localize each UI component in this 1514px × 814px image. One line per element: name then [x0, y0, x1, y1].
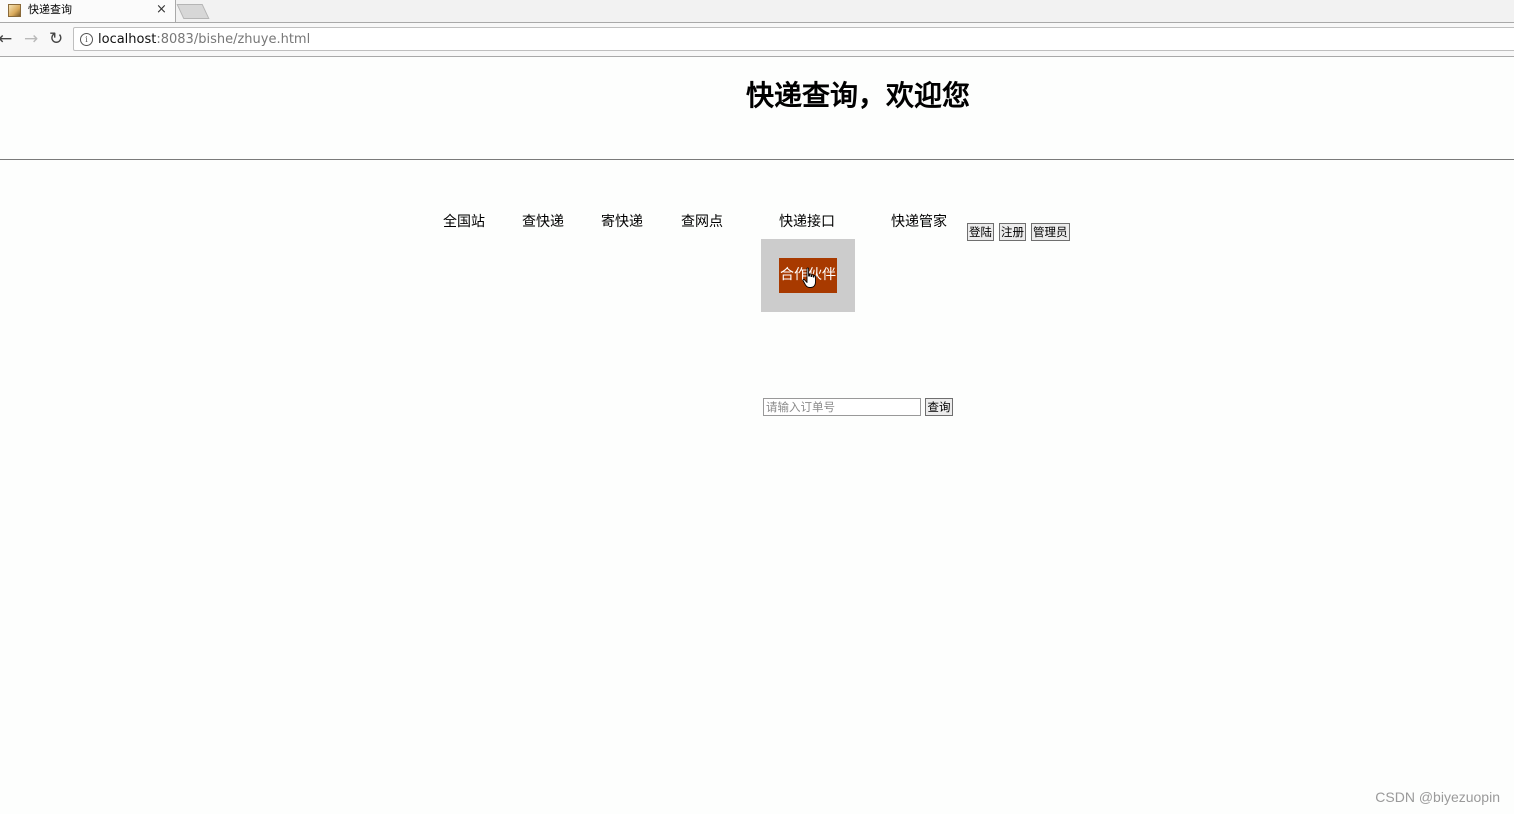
site-info-icon[interactable]: i — [80, 33, 93, 46]
reload-icon[interactable]: ↻ — [49, 29, 63, 49]
hand-cursor-icon — [802, 267, 816, 288]
watermark: CSDN @biyezuopin — [1375, 789, 1500, 805]
order-number-input[interactable] — [763, 398, 921, 416]
page-title: 快递查询，欢迎您 — [745, 79, 970, 112]
browser-toolbar: ← → ↻ i localhost:8083/bishe/zhuye.html — [0, 23, 1514, 57]
page-favicon-icon — [8, 4, 21, 17]
register-button[interactable]: 注册 — [999, 223, 1026, 241]
nav-item-manager[interactable]: 快递管家 — [891, 212, 947, 232]
tab-close-icon[interactable]: × — [156, 2, 167, 18]
login-button[interactable]: 登陆 — [967, 223, 994, 241]
browser-tab-bar: 快递查询 × — [0, 0, 1514, 23]
browser-tab[interactable]: 快递查询 × — [0, 0, 176, 22]
nav-item-send[interactable]: 寄快递 — [601, 212, 643, 232]
admin-button[interactable]: 管理员 — [1031, 223, 1070, 241]
url-text[interactable]: localhost:8083/bishe/zhuye.html — [98, 32, 310, 47]
nav-item-api[interactable]: 快递接口 — [779, 212, 835, 232]
nav-item-track[interactable]: 查快递 — [522, 212, 564, 232]
header-divider — [0, 159, 1514, 160]
api-dropdown-menu: 合作伙伴 — [761, 239, 855, 312]
search-button[interactable]: 查询 — [925, 398, 953, 416]
url-host: localhost — [98, 32, 157, 47]
new-tab-button[interactable] — [176, 4, 210, 19]
tab-title: 快递查询 — [28, 3, 72, 16]
nav-item-national[interactable]: 全国站 — [443, 212, 485, 232]
url-path: :8083/bishe/zhuye.html — [156, 32, 311, 47]
forward-arrow-icon[interactable]: → — [24, 29, 38, 49]
address-bar[interactable]: i localhost:8083/bishe/zhuye.html — [73, 27, 1514, 51]
nav-item-outlets[interactable]: 查网点 — [681, 212, 723, 232]
back-arrow-icon[interactable]: ← — [0, 29, 12, 49]
